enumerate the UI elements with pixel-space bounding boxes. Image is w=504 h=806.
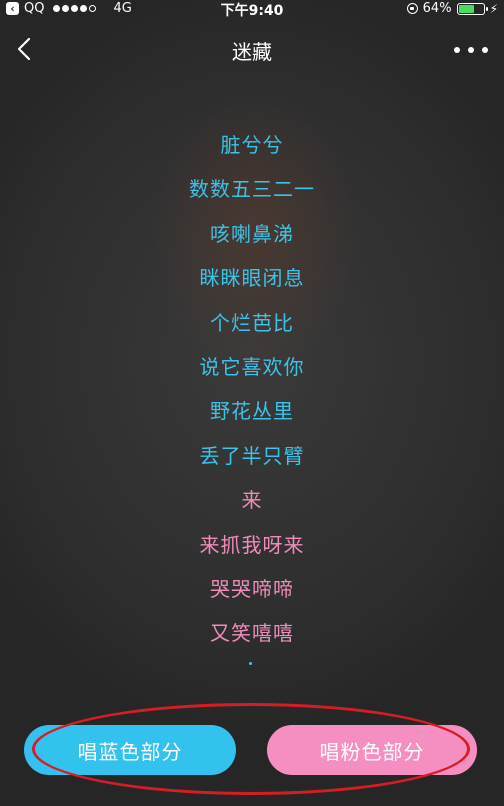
lyric-line: 丢了半只臂 (199, 443, 305, 468)
sing-blue-part-button[interactable]: 唱蓝色部分 (24, 725, 236, 775)
lyric-line: 脏兮兮 (220, 133, 284, 157)
lyric-line: 来 (241, 488, 263, 513)
more-dot (454, 47, 460, 53)
lyric-line: 野花丛里 (210, 399, 294, 424)
charging-icon: ⚡ (489, 1, 498, 16)
nav-bar: 迷藏 (0, 30, 504, 70)
lyric-line: 哭哭啼啼 (210, 576, 294, 601)
more-options-button[interactable] (454, 38, 488, 62)
rotation-lock-icon (406, 3, 418, 14)
lyric-line: 说它喜欢你 (199, 354, 305, 379)
lyric-line: 眯眯眼闭息 (199, 266, 305, 291)
lyric-line: 又笑嘻嘻 (210, 621, 294, 646)
more-dot (482, 47, 488, 53)
lyric-line: 个烂芭比 (210, 310, 294, 335)
more-dot (468, 47, 474, 53)
battery-fill (458, 4, 474, 13)
progress-dot (249, 662, 252, 665)
lyric-line: 数数五三二一 (189, 177, 315, 202)
battery-icon (456, 2, 488, 15)
lyric-line: 来抓我呀来 (199, 532, 305, 557)
battery-percent: 64% (422, 1, 452, 16)
sing-pink-part-button[interactable]: 唱粉色部分 (267, 725, 477, 775)
lyrics-list: 脏兮兮 数数五三二一 咳喇鼻涕 眯眯眼闭息 个烂芭比 说它喜欢你 野花丛里 丢了… (0, 128, 504, 661)
lyric-line: 咳喇鼻涕 (210, 221, 294, 246)
status-right: 64% ⚡ (406, 1, 498, 16)
status-bar: ‹ QQ 4G 下午9:40 64% ⚡ (0, 0, 504, 19)
page-title: 迷藏 (232, 40, 272, 64)
